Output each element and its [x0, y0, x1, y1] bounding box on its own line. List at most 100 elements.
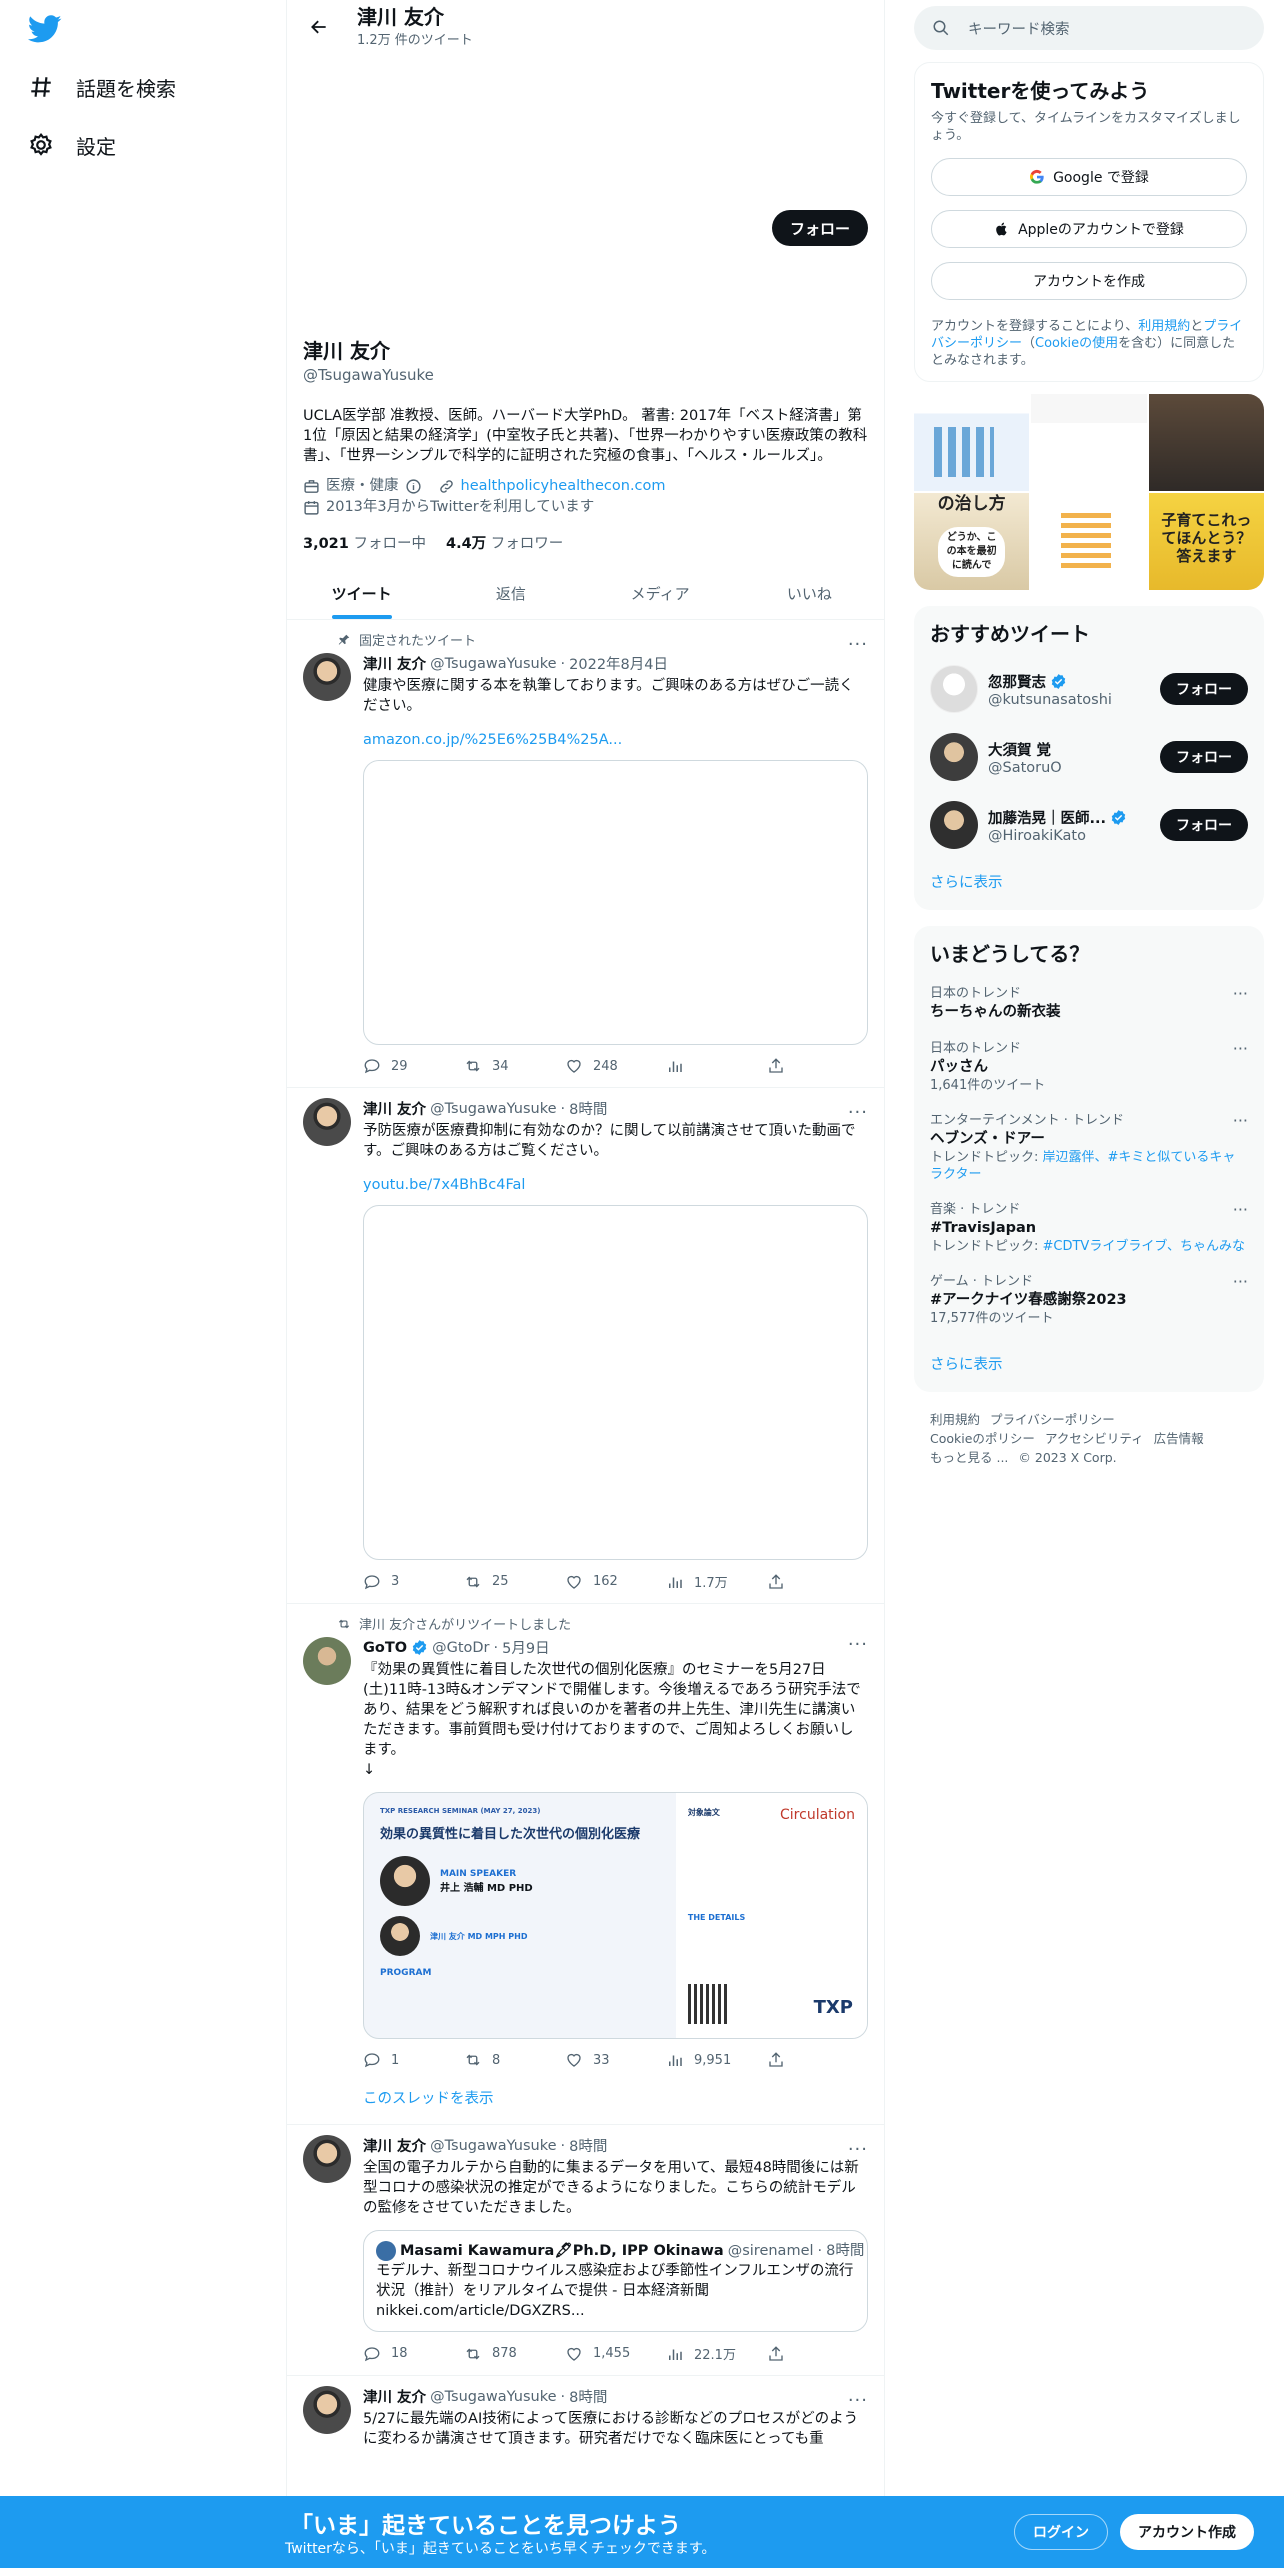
more-icon[interactable]: ···	[848, 1634, 868, 1655]
show-more-trends-link[interactable]: さらに表示	[930, 1353, 1248, 1374]
avatar[interactable]	[303, 2135, 351, 2183]
retweet-button[interactable]: 34	[464, 1057, 565, 1075]
more-icon[interactable]: ···	[1233, 1201, 1248, 1218]
footer-ads-link[interactable]: 広告情報	[1154, 1431, 1204, 1446]
like-button[interactable]: 248	[565, 1057, 666, 1075]
share-button[interactable]	[767, 2344, 868, 2363]
tweet-author-handle[interactable]: @TsugawaYusuke	[430, 2389, 556, 2405]
retweet-button[interactable]: 25	[464, 1572, 565, 1591]
twitter-logo-icon[interactable]	[28, 12, 62, 46]
tweet-time[interactable]: 2022年8月4日	[569, 653, 668, 674]
follow-suggestion-button[interactable]: フォロー	[1160, 809, 1248, 841]
tweet-author-name[interactable]: 津川 友介	[363, 1098, 426, 1119]
tweet[interactable]: 津川 友介 @TsugawaYusuke · 8時間 5/27に最先端のAI技術…	[287, 2376, 884, 2461]
follow-suggestion[interactable]: 忽那賢志 @kutsunasatoshi フォロー	[930, 663, 1248, 715]
footer-cookie-link[interactable]: Cookieのポリシー	[930, 1431, 1035, 1446]
share-button[interactable]	[767, 1572, 868, 1591]
media-thumbnail[interactable]: 子育てこれってほんとう？答えます	[1148, 493, 1264, 590]
media-thumbnail[interactable]	[1031, 493, 1147, 590]
media-thumbnail[interactable]: の治し方 どうか、この本を最初に読んで	[914, 493, 1030, 590]
reply-button[interactable]: 3	[363, 1572, 464, 1591]
retweet-button[interactable]: 878	[464, 2344, 565, 2363]
nav-settings[interactable]: 設定	[28, 125, 116, 165]
tweet[interactable]: 津川 友介 @TsugawaYusuke · 8時間 全国の電子カルテから自動的…	[287, 2125, 884, 2376]
search-input[interactable]: キーワード検索	[968, 18, 1070, 39]
more-icon[interactable]: ···	[848, 2390, 868, 2411]
like-button[interactable]: 162	[565, 1572, 666, 1591]
trend-topic[interactable]: #CDTVライブライブ、ちゃんみな	[1043, 1239, 1245, 1254]
more-icon[interactable]: ···	[1233, 1273, 1248, 1290]
more-icon[interactable]: ···	[848, 1102, 868, 1123]
signup-button[interactable]: アカウント作成	[1120, 2514, 1254, 2550]
tab-media[interactable]: メディア	[586, 567, 735, 619]
tab-likes[interactable]: いいね	[735, 567, 884, 619]
trend-item[interactable]: 音楽 · トレンド #TravisJapan トレンドトピック: #CDTVライ…	[930, 1201, 1248, 1255]
profile-website-link[interactable]: healthpolicyhealthecon.com	[461, 476, 666, 497]
back-button[interactable]	[301, 9, 337, 45]
views-button[interactable]: 1.7万	[666, 1572, 767, 1591]
info-icon[interactable]	[405, 478, 422, 495]
tab-tweets[interactable]: ツイート	[287, 567, 436, 619]
views-button[interactable]: 22.1万	[666, 2344, 767, 2363]
tweet-author-handle[interactable]: @TsugawaYusuke	[430, 2138, 556, 2154]
link-card[interactable]	[363, 760, 868, 1045]
more-icon[interactable]: ···	[848, 2139, 868, 2160]
footer-privacy-link[interactable]: プライバシーポリシー	[990, 1412, 1115, 1427]
tweet-author-handle[interactable]: @GtoDr	[432, 1640, 489, 1656]
follow-button[interactable]: フォロー	[771, 210, 868, 246]
avatar[interactable]	[930, 665, 978, 713]
media-thumbnail[interactable]	[1031, 394, 1147, 491]
create-account-button[interactable]: アカウントを作成	[931, 262, 1247, 300]
avatar[interactable]	[303, 653, 351, 701]
follow-suggestion[interactable]: 大須賀 覚 @SatoruO フォロー	[930, 731, 1248, 783]
reply-button[interactable]: 18	[363, 2344, 464, 2363]
tweet-author-name[interactable]: 津川 友介	[363, 653, 426, 674]
avatar[interactable]	[303, 1637, 351, 1685]
cookie-link[interactable]: Cookieの使用	[1035, 336, 1118, 351]
media-thumbnail[interactable]	[1148, 394, 1264, 491]
avatar[interactable]	[930, 733, 978, 781]
reply-button[interactable]: 1	[363, 2051, 464, 2069]
tweet[interactable]: 津川 友介 @TsugawaYusuke · 8時間 予防医療が医療費抑制に有効…	[287, 1088, 884, 1604]
avatar[interactable]	[930, 801, 978, 849]
retweet-button[interactable]: 8	[464, 2051, 565, 2069]
like-button[interactable]: 1,455	[565, 2344, 666, 2363]
follow-suggestion-button[interactable]: フォロー	[1160, 741, 1248, 773]
more-icon[interactable]: ···	[1233, 1040, 1248, 1057]
footer-accessibility-link[interactable]: アクセシビリティ	[1045, 1431, 1144, 1446]
seminar-image[interactable]: TXP RESEARCH SEMINAR (MAY 27, 2023) 効果の異…	[363, 1792, 868, 2039]
views-button[interactable]	[666, 1057, 767, 1075]
search-bar[interactable]: キーワード検索	[914, 6, 1264, 50]
tweet[interactable]: 固定されたツイート 津川 友介 @TsugawaYusuke · 2022年8月…	[287, 620, 884, 1088]
tweet[interactable]: 津川 友介さんがリツイートしました GoTO @GtoDr · 5月9日 『効果…	[287, 1604, 884, 2081]
follow-suggestion-button[interactable]: フォロー	[1160, 673, 1248, 705]
tweet-author-handle[interactable]: @TsugawaYusuke	[430, 1101, 556, 1117]
google-signup-button[interactable]: Google で登録	[931, 158, 1247, 196]
trend-item[interactable]: 日本のトレンド ちーちゃんの新衣装 ···	[930, 985, 1248, 1022]
followers-link[interactable]: 4.4万 フォロワー	[446, 532, 563, 553]
share-button[interactable]	[767, 1057, 868, 1075]
more-icon[interactable]: ···	[848, 634, 868, 655]
show-thread-link[interactable]: このスレッドを表示	[287, 2081, 884, 2125]
tab-replies[interactable]: 返信	[436, 567, 585, 619]
retweet-label[interactable]: 津川 友介さんがリツイートしました	[359, 1614, 571, 1633]
video-card[interactable]	[363, 1205, 868, 1560]
tweet-time[interactable]: 8時間	[569, 1098, 607, 1119]
nav-explore[interactable]: 話題を検索	[28, 67, 176, 107]
login-button[interactable]: ログイン	[1014, 2514, 1108, 2550]
terms-link[interactable]: 利用規約	[1138, 319, 1190, 334]
like-button[interactable]: 33	[565, 2051, 666, 2069]
tweet-author-name[interactable]: GoTO	[363, 1640, 407, 1656]
trend-item[interactable]: ゲーム · トレンド #アークナイツ春感謝祭2023 17,577件のツイート …	[930, 1273, 1248, 1327]
tweet-link[interactable]: amazon.co.jp/%25E6%25B4%25A...	[363, 732, 868, 748]
reply-button[interactable]: 29	[363, 1057, 464, 1075]
views-button[interactable]: 9,951	[666, 2051, 767, 2069]
tweet-time[interactable]: 5月9日	[502, 1637, 549, 1658]
show-more-suggestions-link[interactable]: さらに表示	[930, 871, 1248, 892]
apple-signup-button[interactable]: Appleのアカウントで登録	[931, 210, 1247, 248]
tweet-author-name[interactable]: 津川 友介	[363, 2135, 426, 2156]
more-icon[interactable]: ···	[1233, 985, 1248, 1002]
follow-suggestion[interactable]: 加藤浩晃｜医師... @HiroakiKato フォロー	[930, 799, 1248, 851]
tweet-time[interactable]: 8時間	[569, 2386, 607, 2407]
tweet-author-handle[interactable]: @TsugawaYusuke	[430, 656, 556, 672]
